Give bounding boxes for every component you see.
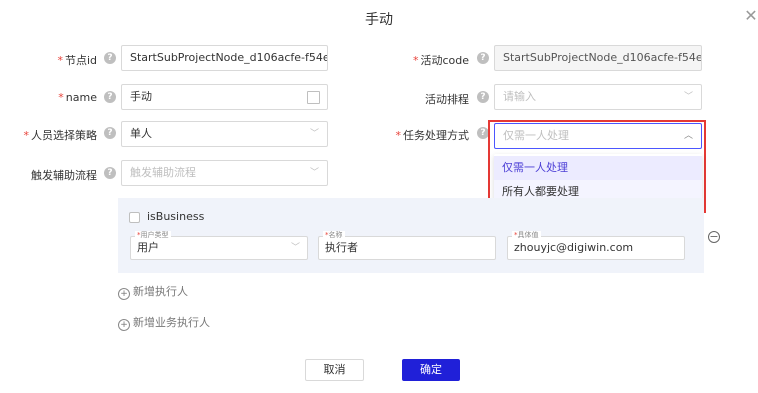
add-business-executor-link[interactable]: + 新增业务执行人 [118, 314, 210, 331]
help-icon[interactable]: ? [477, 91, 489, 103]
help-icon[interactable]: ? [104, 167, 116, 179]
executor-name-input[interactable]: 执行者 [318, 236, 496, 260]
node-id-input[interactable]: StartSubProjectNode_d106acfe-f54e... [121, 45, 328, 71]
activity-code-input: StartSubProjectNode_d106acfe-f54e... [494, 45, 702, 71]
activity-schedule-placeholder: 请输入 [503, 90, 536, 103]
task-mode-select[interactable]: 仅需一人处理 ︿ [494, 123, 702, 149]
trigger-flow-select[interactable]: 触发辅助流程 ﹀ [121, 160, 328, 186]
help-icon[interactable]: ? [104, 127, 116, 139]
chevron-down-icon: ﹀ [683, 92, 693, 102]
chevron-up-icon: ︿ [683, 131, 693, 141]
cancel-button[interactable]: 取消 [305, 359, 364, 381]
chevron-down-icon: ﹀ [290, 243, 300, 253]
plus-circle-icon: + [118, 288, 130, 300]
user-type-value: 用户 [137, 241, 159, 254]
task-mode-option[interactable]: 仅需一人处理 [494, 156, 702, 180]
chevron-down-icon: ﹀ [309, 168, 319, 178]
specific-value-label: *具体值 [512, 231, 541, 239]
chevron-down-icon: ﹀ [309, 129, 319, 139]
strategy-value: 单人 [130, 127, 152, 140]
plus-circle-icon: + [118, 319, 130, 331]
activity-schedule-label: 活动排程 [425, 93, 469, 106]
is-business-checkbox[interactable] [129, 212, 140, 223]
node-id-label: * 节点id [57, 54, 97, 67]
help-icon[interactable]: ? [104, 91, 116, 103]
activity-schedule-select[interactable]: 请输入 ﹀ [494, 84, 702, 110]
trigger-flow-label: 触发辅助流程 [31, 169, 97, 182]
strategy-select[interactable]: 单人 ﹀ [121, 121, 328, 147]
name-input[interactable]: 手动 [121, 84, 328, 110]
add-executor-link[interactable]: + 新增执行人 [118, 283, 188, 300]
ok-button[interactable]: 确定 [402, 359, 460, 381]
user-type-label: *用户类型 [135, 231, 171, 239]
activity-code-label: * 活动code [412, 54, 469, 67]
name-value: 手动 [130, 90, 152, 103]
user-type-select[interactable]: 用户 ﹀ [130, 236, 308, 260]
name-label: * name [58, 91, 97, 104]
specific-value-input[interactable]: zhouyjc@digiwin.com [507, 236, 685, 260]
help-icon[interactable]: ? [477, 52, 489, 64]
strategy-label: * 人员选择策略 [23, 129, 98, 142]
task-mode-label: * 任务处理方式 [395, 129, 470, 142]
is-business-label: isBusiness [147, 210, 205, 223]
executor-name-label: *名称 [323, 231, 345, 239]
remove-icon[interactable]: − [708, 231, 720, 243]
trigger-flow-placeholder: 触发辅助流程 [130, 166, 196, 179]
task-mode-placeholder: 仅需一人处理 [503, 129, 569, 142]
language-icon[interactable] [307, 91, 320, 104]
close-icon[interactable]: ✕ [741, 6, 758, 26]
dialog-title: 手动 [365, 12, 393, 28]
help-icon[interactable]: ? [104, 52, 116, 64]
